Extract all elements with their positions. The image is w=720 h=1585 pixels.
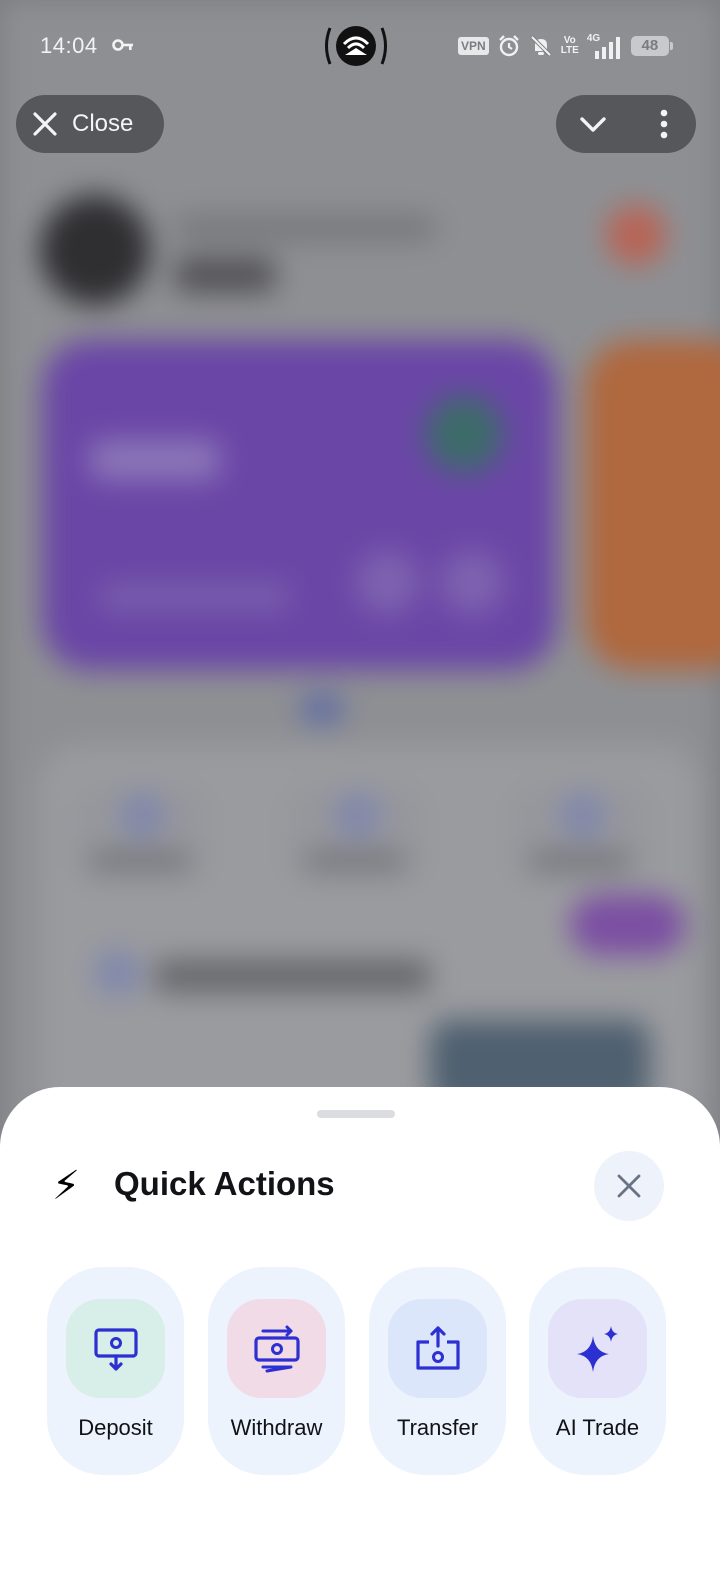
signal-indicator: 4G [587, 33, 623, 59]
close-button-label: Close [72, 110, 134, 137]
transfer-button[interactable]: Transfer [369, 1267, 506, 1475]
card-number-placeholder [100, 585, 290, 609]
hotspot-icon [325, 26, 387, 66]
row-text-placeholder [155, 960, 430, 992]
ai-trade-button[interactable]: AI Trade [529, 1267, 666, 1475]
card-action-icon [440, 550, 505, 615]
balance-placeholder [175, 258, 275, 292]
row-icon [95, 950, 140, 995]
withdraw-icon [253, 1325, 300, 1372]
wallet-card-next [585, 340, 720, 670]
shortcut-item [510, 785, 650, 885]
sheet-close-button[interactable] [594, 1151, 664, 1221]
close-icon [33, 112, 57, 136]
signal-icon [594, 37, 620, 59]
shortcut-item [70, 785, 210, 885]
withdraw-tile [227, 1299, 326, 1398]
card-status-icon [425, 395, 503, 473]
quick-actions-grid: Deposit Withdraw Transfer AI Trade [47, 1267, 667, 1475]
more-options-icon[interactable] [654, 109, 674, 139]
notification-icon [606, 205, 666, 265]
status-time: 14:04 [40, 33, 98, 58]
sparkle-icon [576, 1325, 618, 1372]
lightning-icon: ⚡ [52, 1164, 81, 1208]
close-button[interactable]: Close [16, 95, 164, 153]
mini-app-menu [556, 95, 696, 153]
drag-handle[interactable] [317, 1110, 395, 1118]
status-bar: 14:04 VPN Vo LTE 4G 48 [0, 0, 720, 90]
ai-trade-tile [548, 1299, 647, 1398]
transfer-tile [388, 1299, 487, 1398]
silent-bell-icon [530, 35, 552, 57]
sheet-title: Quick Actions [114, 1165, 335, 1202]
vpn-badge: VPN [458, 37, 489, 55]
close-icon [617, 1174, 641, 1198]
action-label: Withdraw [230, 1415, 323, 1440]
chevron-down-icon[interactable] [578, 109, 608, 139]
volte-indicator: Vo LTE [560, 35, 579, 56]
promo-badge [570, 895, 685, 955]
card-action-icon [355, 550, 420, 615]
username-placeholder [175, 215, 435, 241]
withdraw-button[interactable]: Withdraw [208, 1267, 345, 1475]
deposit-icon [93, 1327, 138, 1371]
battery-indicator: 48 [630, 36, 673, 56]
action-label: AI Trade [555, 1415, 640, 1440]
quick-actions-sheet: ⚡ Quick Actions Deposit Withdraw Transfe… [0, 1087, 720, 1585]
vpn-key-icon [112, 39, 133, 51]
action-label: Deposit [78, 1415, 153, 1440]
alarm-icon [498, 35, 519, 57]
deposit-button[interactable]: Deposit [47, 1267, 184, 1475]
action-label: Transfer [396, 1415, 479, 1440]
shortcut-item [285, 785, 425, 885]
transfer-icon [415, 1325, 460, 1370]
status-icons: VPN Vo LTE 4G 48 [458, 32, 673, 60]
deposit-tile [66, 1299, 165, 1398]
wallet-card [42, 340, 557, 670]
avatar [40, 195, 150, 305]
carousel-indicator [300, 695, 344, 723]
card-balance-placeholder [90, 440, 220, 480]
